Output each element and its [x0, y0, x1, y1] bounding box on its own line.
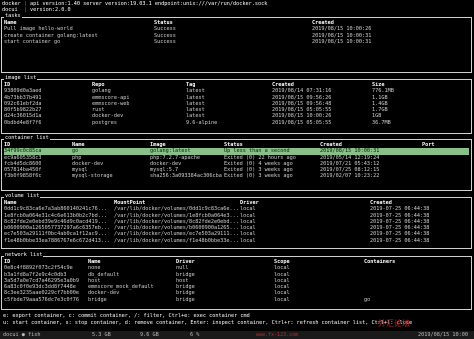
container-table: ID Name Image Status Created Port 34f99c… [4, 142, 469, 180]
watermark-text: 外汇论坛 [378, 319, 410, 328]
network-list-panel[interactable]: network list ID Name Driver Scope Contai… [1, 252, 472, 310]
header: docker | api version:1.40 server version… [2, 1, 472, 14]
watermark: 外汇论坛 [378, 319, 410, 328]
keybinding-hint-line-1: e: export container, c: commit container… [3, 313, 250, 319]
volume-list-panel[interactable]: volume list Name MountPoint Driver Creat… [1, 193, 472, 249]
tasks-panel[interactable]: tasks Name Status Created Pull image hel… [1, 13, 472, 73]
cpu-usage: 6 % [190, 332, 200, 338]
panel-title: container list [4, 135, 50, 141]
session-label: docui ● fish [3, 332, 41, 338]
image-table: ID Repo Tag Created Size 93809d0a3aed go… [4, 82, 469, 126]
panel-title: tasks [4, 13, 22, 19]
table-row[interactable]: f1e48b0bbe33ea7886767e6c672d413... /var/… [4, 238, 469, 244]
table-row[interactable]: 0bdbd4e8f7f6 postgres 9.6-alpine 2019/08… [4, 120, 469, 126]
memory-total: 9.6 GB [140, 332, 159, 338]
table-row[interactable]: f3b0f9858f6c mysql-storage sha256:3a0933… [4, 173, 469, 179]
keybinding-hint-line-2: u: start container, s: stop container, d… [3, 320, 413, 326]
panel-title: image list [4, 75, 38, 81]
container-list-panel[interactable]: container list ID Name Image Status Crea… [1, 135, 472, 191]
network-table: ID Name Driver Scope Containers 0e8c4f88… [4, 259, 469, 303]
panel-title: network list [4, 252, 44, 258]
header-value: version:2.0.0 [30, 7, 71, 14]
tasks-table: Name Status Created Pull image hello-wor… [4, 20, 469, 45]
panel-title: volume list [4, 193, 41, 199]
memory-used: 5.3 GB [92, 332, 111, 338]
header-row-docui: docui | version:2.0.0 [2, 7, 71, 14]
table-row[interactable]: start container go Success 2019/08/15 10… [4, 39, 469, 45]
status-bar: docui ● fish 5.3 GB 9.6 GB 6 % www.fx-12… [0, 331, 474, 339]
volume-table: Name MountPoint Driver Created 0dd1c9c83… [4, 200, 469, 244]
clock: 2019/08/15 10:00 [418, 332, 468, 338]
table-row[interactable]: c5fbde79aaa576dc7e3c0f76 bridge bridge l… [4, 297, 469, 303]
watermark-url: www.fx-123.com [256, 332, 299, 338]
image-list-panel[interactable]: image list ID Repo Tag Created Size 9380… [1, 75, 472, 134]
